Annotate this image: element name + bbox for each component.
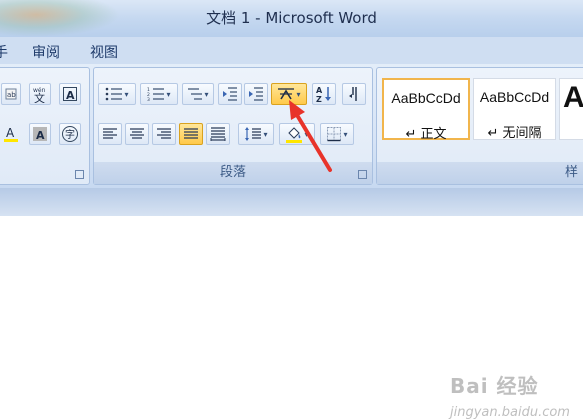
watermark-logo: Bai 经验: [450, 374, 539, 398]
watermark: Bai 经验 jingyan.baidu.com: [450, 370, 570, 420]
watermark-url: jingyan.baidu.com: [450, 405, 570, 420]
annotation-arrow: [289, 100, 332, 172]
